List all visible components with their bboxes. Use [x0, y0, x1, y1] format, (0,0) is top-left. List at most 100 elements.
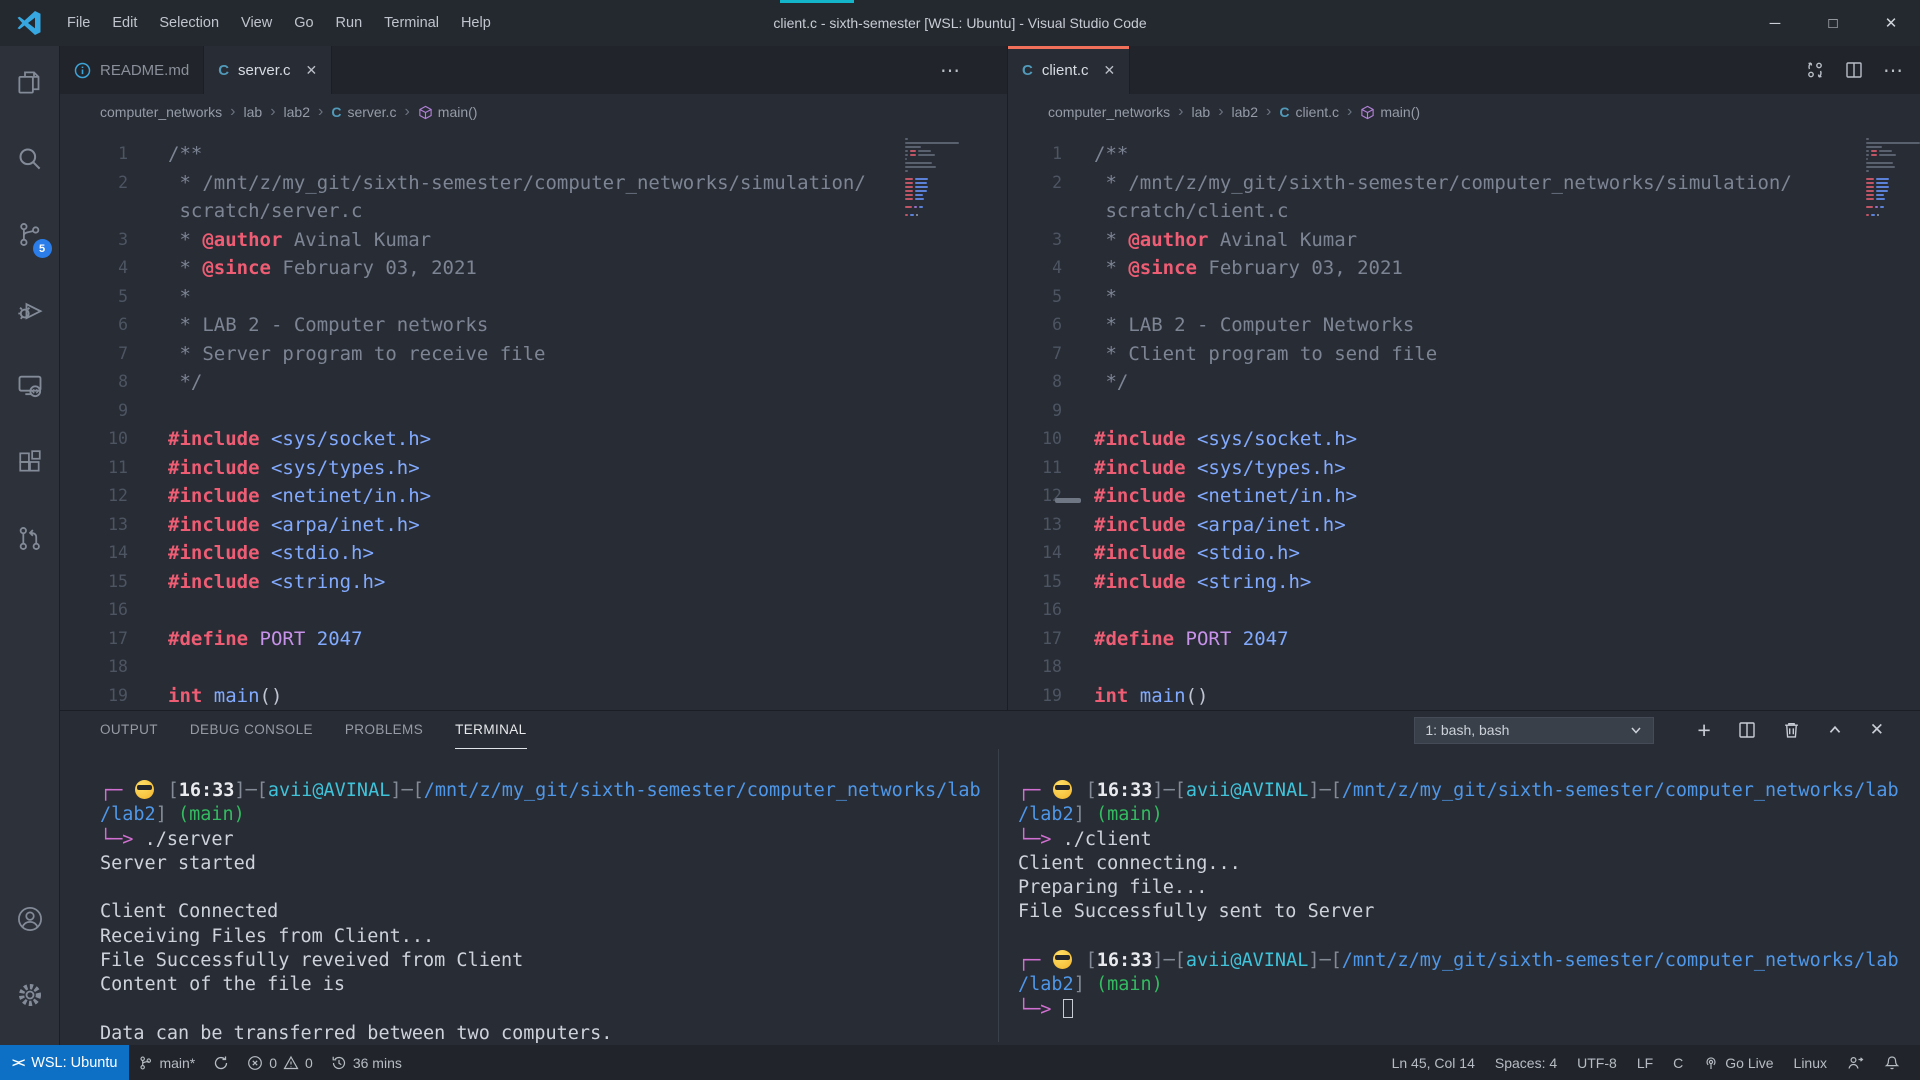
close-panel-button[interactable]: ✕ [1870, 720, 1884, 740]
tab-debug-console[interactable]: DEBUG CONSOLE [190, 711, 313, 749]
minimap[interactable] [1866, 138, 1920, 218]
breadcrumb-folder[interactable]: computer_networks [100, 103, 244, 121]
code-line[interactable]: 17#define PORT 2047 [60, 625, 1007, 654]
code-line[interactable]: 13#include <arpa/inet.h> [60, 511, 1007, 540]
timer-indicator[interactable]: 36 mins [322, 1045, 411, 1080]
more-actions-icon[interactable]: ⋯ [940, 58, 961, 83]
source-control-icon[interactable]: 5 [0, 208, 60, 260]
split-terminal-button[interactable] [1738, 721, 1756, 739]
breadcrumb-file[interactable]: Cserver.c [331, 103, 417, 121]
tab-readme[interactable]: README.md [60, 46, 204, 94]
encoding[interactable]: UTF-8 [1567, 1045, 1627, 1080]
code-line[interactable]: 3 * @author Avinal Kumar [1008, 226, 1920, 255]
indentation[interactable]: Spaces: 4 [1485, 1045, 1567, 1080]
editor-split-sash[interactable] [1055, 498, 1081, 503]
code-line[interactable]: 15#include <string.h> [60, 568, 1007, 597]
branch-indicator[interactable]: main* [129, 1045, 204, 1080]
tab-problems[interactable]: PROBLEMS [345, 711, 423, 749]
code-line[interactable]: 16 [60, 596, 1007, 625]
run-debug-icon[interactable] [0, 284, 60, 336]
code-line[interactable]: 4 * @since February 03, 2021 [1008, 254, 1920, 283]
remote-explorer-icon[interactable] [0, 360, 60, 412]
menu-edit[interactable]: Edit [101, 0, 148, 46]
code-line[interactable]: scratch/server.c [60, 197, 1007, 226]
os-indicator[interactable]: Linux [1784, 1045, 1837, 1080]
feedback-button[interactable] [1837, 1045, 1874, 1080]
code-line[interactable]: 16 [1008, 596, 1920, 625]
remote-indicator[interactable]: >< WSL: Ubuntu [0, 1045, 129, 1080]
menu-file[interactable]: File [56, 0, 101, 46]
code-line[interactable]: 11#include <sys/types.h> [60, 454, 1007, 483]
notifications-button[interactable] [1874, 1045, 1910, 1080]
terminal-area[interactable]: ┌─ [16:33]─[avii@AVINAL]─[/mnt/z/my_git/… [60, 749, 1920, 1046]
code-line[interactable]: 15#include <string.h> [1008, 568, 1920, 597]
terminal-split-divider[interactable] [998, 749, 999, 1042]
tab-output[interactable]: OUTPUT [100, 711, 158, 749]
eol-sequence[interactable]: LF [1627, 1045, 1663, 1080]
code-line[interactable]: 5 * [60, 283, 1007, 312]
menu-selection[interactable]: Selection [148, 0, 230, 46]
go-live-button[interactable]: Go Live [1693, 1045, 1783, 1080]
kill-terminal-button[interactable] [1783, 721, 1800, 739]
code-editor-server[interactable]: 1/**2 * /mnt/z/my_git/sixth-semester/com… [60, 130, 1007, 710]
breadcrumb-symbol[interactable]: main() [1360, 104, 1420, 120]
terminal-select[interactable]: 1: bash, bash [1414, 717, 1654, 744]
extensions-icon[interactable] [0, 436, 60, 488]
code-line[interactable]: 18 [60, 653, 1007, 682]
terminal-client[interactable]: ┌─ [16:33]─[avii@AVINAL]─[/mnt/z/my_git/… [1018, 779, 1918, 1022]
code-line[interactable]: 10#include <sys/socket.h> [1008, 425, 1920, 454]
code-line[interactable]: 18 [1008, 653, 1920, 682]
code-line[interactable]: 5 * [1008, 283, 1920, 312]
code-line[interactable]: 4 * @since February 03, 2021 [60, 254, 1007, 283]
code-line[interactable]: scratch/client.c [1008, 197, 1920, 226]
close-window-button[interactable]: ✕ [1862, 0, 1920, 46]
code-line[interactable]: 3 * @author Avinal Kumar [60, 226, 1007, 255]
menu-go[interactable]: Go [283, 0, 324, 46]
tab-terminal[interactable]: TERMINAL [455, 711, 526, 749]
github-pr-icon[interactable] [0, 512, 60, 564]
problems-indicator[interactable]: 0 0 [238, 1045, 322, 1080]
breadcrumb-folder[interactable]: lab2 [1232, 103, 1280, 121]
code-line[interactable]: 11#include <sys/types.h> [1008, 454, 1920, 483]
code-line[interactable]: 6 * LAB 2 - Computer networks [60, 311, 1007, 340]
code-line[interactable]: 10#include <sys/socket.h> [60, 425, 1007, 454]
code-line[interactable]: 12#include <netinet/in.h> [60, 482, 1007, 511]
breadcrumb-file[interactable]: Cclient.c [1279, 103, 1360, 121]
breadcrumb-folder[interactable]: lab [1192, 103, 1232, 121]
code-line[interactable]: 14#include <stdio.h> [1008, 539, 1920, 568]
code-line[interactable]: 14#include <stdio.h> [60, 539, 1007, 568]
code-line[interactable]: 7 * Client program to send file [1008, 340, 1920, 369]
menu-run[interactable]: Run [325, 0, 374, 46]
language-mode[interactable]: C [1663, 1045, 1693, 1080]
explorer-icon[interactable] [0, 56, 60, 108]
more-actions-icon[interactable]: ⋯ [1883, 58, 1904, 83]
code-line[interactable]: 6 * LAB 2 - Computer Networks [1008, 311, 1920, 340]
close-tab-icon[interactable]: ✕ [1104, 62, 1116, 79]
code-line[interactable]: 2 * /mnt/z/my_git/sixth-semester/compute… [60, 169, 1007, 198]
code-line[interactable]: 19int main() [1008, 682, 1920, 711]
maximize-panel-button[interactable] [1827, 722, 1843, 738]
code-line[interactable]: 19int main() [60, 682, 1007, 711]
code-line[interactable]: 1/** [60, 140, 1007, 169]
code-line[interactable]: 8 */ [1008, 368, 1920, 397]
breadcrumb-symbol[interactable]: main() [418, 104, 478, 120]
breadcrumb-folder[interactable]: lab [244, 103, 284, 121]
breadcrumb-folder[interactable]: lab2 [284, 103, 332, 121]
code-line[interactable]: 9 [60, 397, 1007, 426]
code-line[interactable]: 1/** [1008, 140, 1920, 169]
cursor-position[interactable]: Ln 45, Col 14 [1382, 1045, 1485, 1080]
code-line[interactable]: 2 * /mnt/z/my_git/sixth-semester/compute… [1008, 169, 1920, 198]
code-line[interactable]: 7 * Server program to receive file [60, 340, 1007, 369]
accounts-icon[interactable] [0, 893, 60, 945]
code-line[interactable]: 9 [1008, 397, 1920, 426]
tab-server-c[interactable]: C server.c ✕ [204, 46, 332, 94]
split-editor-icon[interactable] [1845, 61, 1863, 79]
sync-button[interactable] [204, 1045, 238, 1080]
menu-help[interactable]: Help [450, 0, 502, 46]
open-changes-icon[interactable] [1805, 60, 1825, 80]
maximize-button[interactable]: □ [1804, 0, 1862, 46]
close-tab-icon[interactable]: ✕ [306, 62, 318, 79]
code-line[interactable]: 13#include <arpa/inet.h> [1008, 511, 1920, 540]
terminal-server[interactable]: ┌─ [16:33]─[avii@AVINAL]─[/mnt/z/my_git/… [100, 779, 995, 1046]
new-terminal-button[interactable]: + [1697, 717, 1710, 744]
